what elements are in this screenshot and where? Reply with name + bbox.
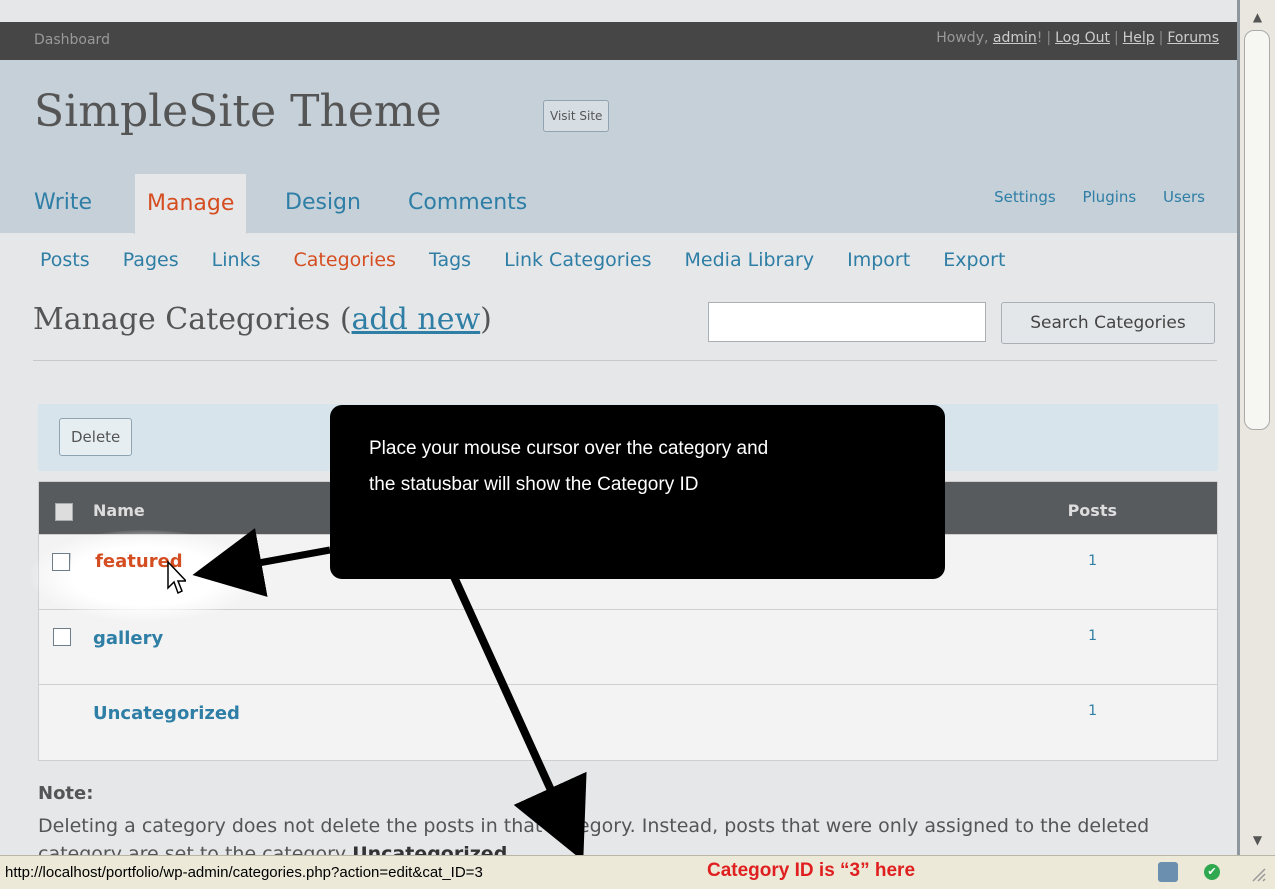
annotation-arrows [192,528,587,855]
category-id-annotation: Category ID is “3” here [707,860,916,881]
scroll-thumb[interactable] [1244,30,1270,430]
security-check-icon[interactable]: ✔ [1204,864,1220,880]
browser-viewport: Dashboard Howdy, admin! | Log Out | Help | For… [0,0,1237,855]
network-icon[interactable] [1158,862,1178,882]
browser-statusbar: http://localhost/portfolio/wp-admin/cate… [0,855,1275,889]
arrow-to-statusbar [446,566,587,855]
scroll-up-arrow-icon[interactable]: ▲ [1243,4,1272,30]
arrow-to-category [192,528,331,597]
vertical-scrollbar[interactable]: ▲ ▼ [1240,0,1275,855]
resize-grip-icon[interactable] [1248,864,1266,882]
scroll-down-arrow-icon[interactable]: ▼ [1243,830,1272,850]
status-url: http://localhost/portfolio/wp-admin/cate… [5,864,483,881]
